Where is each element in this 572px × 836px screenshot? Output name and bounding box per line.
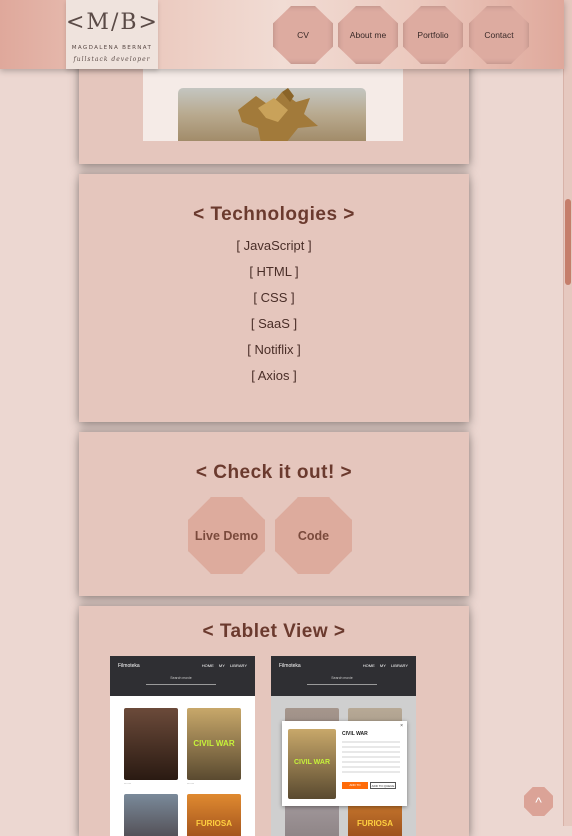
live-demo-button[interactable]: Live Demo (188, 497, 265, 574)
gallery-frame (143, 69, 403, 141)
logo[interactable]: <M/B> MAGDALENA BERNAT fullstack develop… (66, 0, 158, 69)
statue-graphic (238, 88, 318, 141)
modal-queue-button: ADD TO QUEUE (370, 782, 396, 789)
logo-subtitle: fullstack developer (73, 56, 151, 63)
statue-image[interactable] (178, 88, 366, 141)
tech-item: [ SaaS ] (250, 316, 298, 331)
screenshot-nav: HOME MY LIBRARY (362, 663, 408, 668)
modal-poster: CIVIL WAR (288, 729, 336, 799)
tech-item: [ CSS ] (253, 290, 295, 305)
poster-image: CIVIL WAR (187, 708, 241, 780)
poster-image (124, 708, 178, 780)
technologies-card: < Technologies > [ JavaScript ] [ HTML ]… (79, 174, 469, 422)
technologies-title: < Technologies > (193, 204, 355, 225)
poster-caption: ······ (124, 782, 131, 786)
nav-portfolio-button[interactable]: Portfolio (403, 6, 463, 64)
site-header: <M/B> MAGDALENA BERNAT fullstack develop… (0, 0, 564, 69)
page-scrollbar[interactable] (563, 0, 572, 826)
tablet-view-card: < Tablet View > Filmoteka HOME MY LIBRAR… (79, 606, 469, 836)
poster-caption: ······ (187, 782, 194, 786)
modal-watched-button: ADD TO WATCHED (342, 782, 368, 794)
modal-poster-title: CIVIL WAR (293, 759, 331, 766)
nav-about-button[interactable]: About me (338, 6, 398, 64)
scroll-to-top-button[interactable]: ^ (524, 787, 553, 816)
modal-details (342, 741, 400, 775)
technologies-list: [ JavaScript ] [ HTML ] [ CSS ] [ SaaS ]… (79, 238, 469, 394)
nav-cv-button[interactable]: CV (273, 6, 333, 64)
screenshot-nav: HOME MY LIBRARY (201, 663, 247, 668)
tech-item: [ Axios ] (251, 368, 297, 383)
page: <M/B> MAGDALENA BERNAT fullstack develop… (0, 0, 564, 836)
tablet-screenshot-modal[interactable]: Filmoteka HOME MY LIBRARY Search movie F… (271, 656, 416, 836)
modal-title: CIVIL WAR (342, 731, 368, 737)
poster-title: CIVIL WAR (193, 739, 235, 748)
tech-item: [ Notiflix ] (247, 342, 301, 357)
check-it-out-card: < Check it out! > Live Demo Code (79, 432, 469, 596)
tech-item: [ HTML ] (249, 264, 299, 279)
check-it-out-title: < Check it out! > (195, 462, 353, 483)
logo-mark: <M/B> (66, 10, 159, 35)
movie-modal: × CIVIL WAR CIVIL WAR ADD TO WATCHED ADD… (282, 721, 407, 806)
close-icon: × (400, 723, 403, 729)
code-button[interactable]: Code (275, 497, 352, 574)
tablet-screenshot-home[interactable]: Filmoteka HOME MY LIBRARY Search movie C… (110, 656, 255, 836)
screenshot-header: Filmoteka HOME MY LIBRARY Search movie (110, 656, 255, 696)
poster-image: FURIOSA (187, 794, 241, 836)
poster-title: FURIOSA (196, 819, 232, 828)
tech-item: [ JavaScript ] (236, 238, 312, 253)
screenshot-brand: Filmoteka (279, 663, 301, 669)
screenshot-search: Search movie (307, 676, 377, 685)
nav-contact-button[interactable]: Contact (469, 6, 529, 64)
logo-name: MAGDALENA BERNAT (71, 45, 153, 51)
screenshot-search: Search movie (146, 676, 216, 685)
tablet-view-title: < Tablet View > (202, 621, 346, 642)
poster-title: FURIOSA (357, 819, 393, 828)
scrollbar-thumb[interactable] (565, 199, 571, 285)
screenshot-header: Filmoteka HOME MY LIBRARY Search movie (271, 656, 416, 696)
poster-image (124, 794, 178, 836)
screenshot-brand: Filmoteka (118, 663, 140, 669)
